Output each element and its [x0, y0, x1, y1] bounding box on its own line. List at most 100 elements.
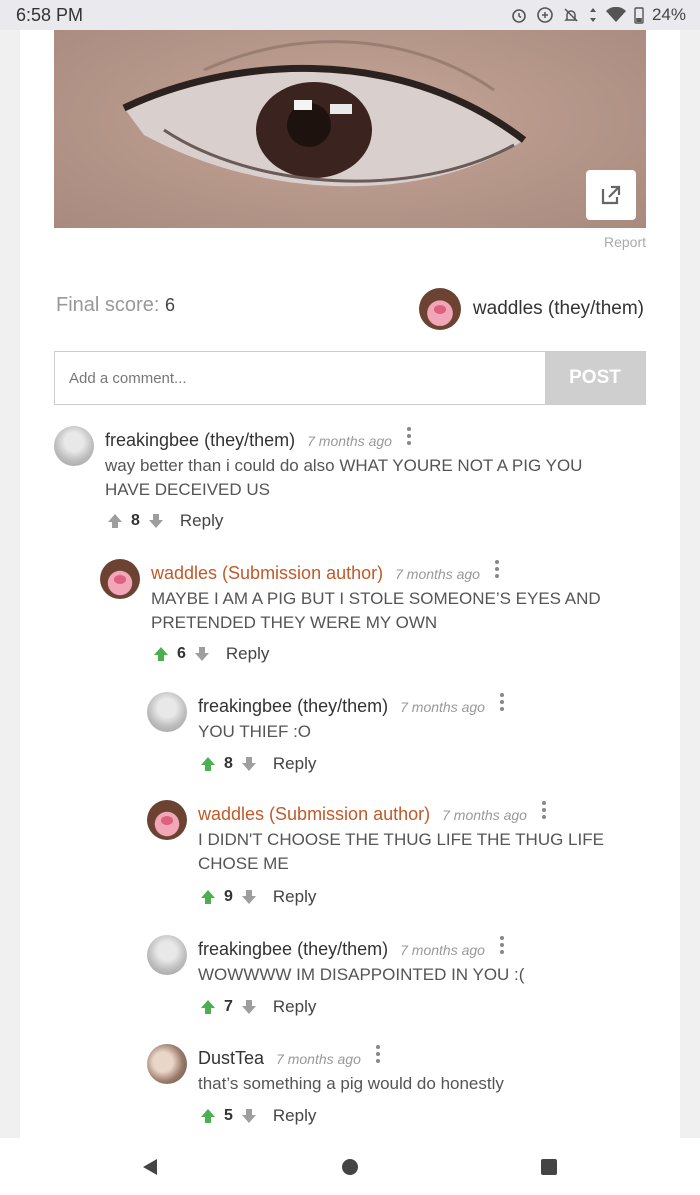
comment-time: 7 months ago: [395, 566, 480, 582]
comment-time: 7 months ago: [442, 807, 527, 823]
gray-avatar[interactable]: [147, 935, 187, 975]
comment-author[interactable]: freakingbee (they/them): [198, 939, 388, 960]
comment-text-line: MAYBE I AM A PIG BUT I STOLE SOMEONE’S E…: [151, 589, 601, 608]
comment-author[interactable]: DustTea: [198, 1048, 264, 1069]
comment-author[interactable]: freakingbee (they/them): [105, 430, 295, 451]
comment-actions: 8 Reply: [105, 511, 223, 531]
comment: freakingbee (they/them) 7 months ago YOU…: [147, 692, 646, 780]
home-icon[interactable]: [341, 1158, 359, 1176]
more-options-icon[interactable]: [499, 935, 505, 960]
comment-text-line: PRETENDED THEY WERE MY OWN: [151, 613, 438, 632]
comment-body: MAYBE I AM A PIG BUT I STOLE SOMEONE’S E…: [151, 587, 601, 635]
upvote-icon[interactable]: [198, 754, 218, 774]
upvote-icon[interactable]: [105, 511, 125, 531]
back-icon[interactable]: [141, 1158, 159, 1176]
navigation-bar: [0, 1138, 700, 1195]
comment-actions: 7 Reply: [198, 997, 316, 1017]
pig-avatar[interactable]: [147, 800, 187, 840]
status-time: 6:58 PM: [16, 4, 84, 25]
post-button[interactable]: POST: [545, 352, 645, 404]
comment-text-line: HAVE DECEIVED US: [105, 480, 271, 499]
comment-actions: 8 Reply: [198, 754, 316, 774]
comment: waddles (Submission author) 7 months ago…: [100, 559, 646, 670]
pig-avatar[interactable]: [100, 559, 140, 599]
data-transfer-icon: [589, 8, 596, 22]
comment-text-line: YOU THIEF :O: [198, 722, 312, 741]
downvote-icon[interactable]: [239, 1106, 259, 1126]
reply-button[interactable]: Reply: [273, 1106, 316, 1126]
comment-text-line: I DIDN'T CHOOSE THE THUG LIFE THE THUG L…: [198, 830, 604, 849]
gray-avatar[interactable]: [54, 426, 94, 466]
comment-author[interactable]: waddles (Submission author): [198, 804, 430, 825]
comment-header: freakingbee (they/them) 7 months ago: [105, 426, 412, 451]
comment-actions: 5 Reply: [198, 1106, 316, 1126]
comment-time: 7 months ago: [307, 433, 392, 449]
gray-avatar[interactable]: [147, 692, 187, 732]
upvote-icon[interactable]: [151, 644, 171, 664]
data-saver-icon: [537, 7, 553, 23]
open-external-button[interactable]: [586, 170, 636, 220]
comment-actions: 6 Reply: [151, 644, 269, 664]
downvote-icon[interactable]: [239, 887, 259, 907]
comment-form: POST: [54, 351, 646, 405]
vote-count: 8: [224, 755, 233, 772]
comment-header: waddles (Submission author) 7 months ago: [151, 559, 500, 584]
more-options-icon[interactable]: [375, 1044, 381, 1069]
eye-image: [122, 40, 527, 187]
report-link[interactable]: Report: [604, 234, 646, 250]
post-author[interactable]: waddles (they/them): [418, 288, 644, 330]
reply-button[interactable]: Reply: [273, 754, 316, 774]
comment-body: that’s something a pig would do honestly: [198, 1072, 504, 1096]
comment-body: I DIDN'T CHOOSE THE THUG LIFE THE THUG L…: [198, 828, 604, 876]
comment: waddles (Submission author) 7 months ago…: [147, 800, 646, 913]
upvote-icon[interactable]: [198, 1106, 218, 1126]
reply-button[interactable]: Reply: [226, 644, 269, 664]
downvote-icon[interactable]: [192, 644, 212, 664]
comment-time: 7 months ago: [400, 942, 485, 958]
alarm-icon: [512, 9, 526, 23]
notifications-off-icon: [564, 8, 578, 22]
vote-count: 7: [224, 998, 233, 1015]
final-score: Final score: 6: [56, 294, 175, 317]
comment-body: way better than i could do also WHAT YOU…: [105, 454, 582, 502]
comment-header: waddles (Submission author) 7 months ago: [198, 800, 547, 825]
reply-button[interactable]: Reply: [273, 997, 316, 1017]
post-author-name[interactable]: waddles (they/them): [473, 298, 644, 320]
upvote-icon[interactable]: [198, 997, 218, 1017]
comment-text-line: that’s something a pig would do honestly: [198, 1074, 504, 1093]
photo-avatar[interactable]: [147, 1044, 187, 1084]
downvote-icon[interactable]: [146, 511, 166, 531]
downvote-icon[interactable]: [239, 997, 259, 1017]
status-bar: 6:58 PM 24%: [0, 0, 700, 30]
pig-avatar: [418, 288, 461, 330]
final-score-label: Final score:: [56, 294, 160, 316]
more-options-icon[interactable]: [406, 426, 412, 451]
post-image[interactable]: [54, 30, 646, 228]
reply-button[interactable]: Reply: [180, 511, 223, 531]
comment-text-line: way better than i could do also WHAT YOU…: [105, 456, 583, 475]
upvote-icon[interactable]: [198, 887, 218, 907]
page-content: Report Final score: 6 waddles (they/them…: [20, 30, 680, 1138]
more-options-icon[interactable]: [541, 800, 547, 825]
comment-author[interactable]: freakingbee (they/them): [198, 696, 388, 717]
comment-time: 7 months ago: [276, 1051, 361, 1067]
downvote-icon[interactable]: [239, 754, 259, 774]
comment-input[interactable]: [55, 352, 545, 404]
comment-body: WOWWWW IM DISAPPOINTED IN YOU :(: [198, 963, 524, 987]
comment-header: DustTea 7 months ago: [198, 1044, 381, 1069]
comment: freakingbee (they/them) 7 months ago WOW…: [147, 935, 646, 1023]
comment: DustTea 7 months ago that’s something a …: [147, 1044, 646, 1132]
vote-count: 9: [224, 888, 233, 905]
reply-button[interactable]: Reply: [273, 887, 316, 907]
vote-count: 6: [177, 645, 186, 662]
comment-header: freakingbee (they/them) 7 months ago: [198, 692, 505, 717]
battery-icon: [634, 7, 644, 24]
open-external-icon: [601, 185, 621, 205]
more-options-icon[interactable]: [494, 559, 500, 584]
vote-count: 5: [224, 1107, 233, 1124]
more-options-icon[interactable]: [499, 692, 505, 717]
comment-author[interactable]: waddles (Submission author): [151, 563, 383, 584]
comment-time: 7 months ago: [400, 699, 485, 715]
recent-apps-icon[interactable]: [540, 1158, 558, 1176]
comment-text-line: CHOSE ME: [198, 854, 289, 873]
